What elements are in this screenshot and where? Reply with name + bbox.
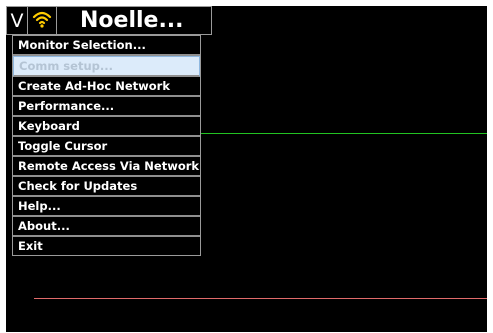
menu-item-toggle-cursor[interactable]: Toggle Cursor [13,137,200,157]
wifi-status-button[interactable] [27,6,57,35]
menu-item-exit[interactable]: Exit [13,237,200,255]
top-bar: V Noelle... [6,6,212,35]
device-name-button[interactable]: Noelle... [56,6,212,35]
menu-item-check-updates[interactable]: Check for Updates [13,177,200,197]
wifi-signal-icon [32,9,52,33]
menu-item-keyboard[interactable]: Keyboard [13,117,200,137]
menu-toggle-label: V [10,9,24,32]
device-name-label: Noelle... [80,8,184,33]
menu-item-about[interactable]: About... [13,217,200,237]
menu-item-performance[interactable]: Performance... [13,97,200,117]
menu-toggle-button[interactable]: V [6,6,28,35]
green-trace-line [201,133,487,134]
menu-item-help[interactable]: Help... [13,197,200,217]
menu-item-create-adhoc-network[interactable]: Create Ad-Hoc Network [13,77,200,97]
red-trace-line [34,298,487,299]
main-menu: Monitor Selection... Comm setup... Creat… [12,35,201,256]
menu-item-comm-setup: Comm setup... [13,56,200,77]
menu-item-remote-access[interactable]: Remote Access Via Network [13,157,200,177]
menu-item-monitor-selection[interactable]: Monitor Selection... [13,36,200,56]
